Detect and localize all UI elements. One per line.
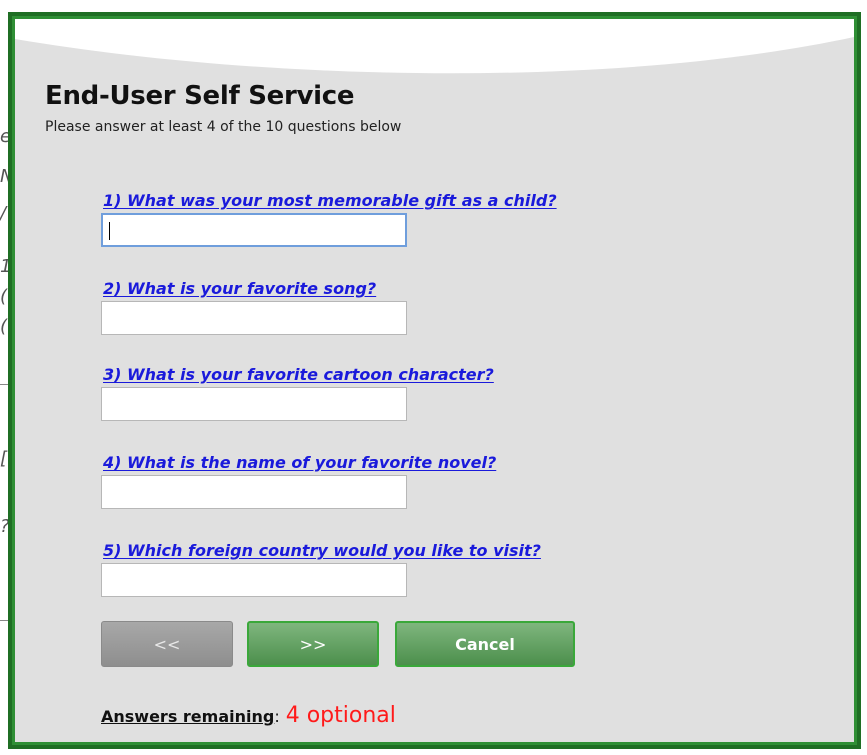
dialog-panel: End-User Self Service Please answer at l…: [12, 16, 857, 745]
question-label-5: 5) Which foreign country would you like …: [103, 541, 541, 560]
self-service-dialog: End-User Self Service Please answer at l…: [8, 12, 861, 749]
text-caret: [109, 222, 110, 240]
question-label-4: 4) What is the name of your favorite nov…: [103, 453, 497, 472]
answer-field-1[interactable]: [101, 213, 407, 247]
question-label-1: 1) What was your most memorable gift as …: [103, 191, 557, 210]
dialog-title: End-User Self Service: [45, 81, 355, 111]
dialog-subtitle: Please answer at least 4 of the 10 quest…: [45, 119, 402, 135]
background-text-fragment: /: [0, 203, 7, 224]
answers-remaining: Answers remaining : 4 optional: [101, 703, 396, 728]
next-button[interactable]: >>: [247, 621, 379, 667]
answers-remaining-value: 4 optional: [285, 703, 396, 728]
question-label-3: 3) What is your favorite cartoon charact…: [103, 365, 494, 384]
answer-field-5[interactable]: [101, 563, 407, 597]
answers-remaining-separator: :: [274, 707, 280, 726]
answer-field-4[interactable]: [101, 475, 407, 509]
background-text-fragment: [: [0, 448, 8, 469]
answers-remaining-label: Answers remaining: [101, 707, 275, 726]
background-text-fragment: (: [0, 316, 8, 337]
answer-field-3[interactable]: [101, 387, 407, 421]
background-text-fragment: (: [0, 286, 8, 307]
question-label-2: 2) What is your favorite song?: [103, 279, 377, 298]
cancel-button[interactable]: Cancel: [395, 621, 575, 667]
previous-button[interactable]: <<: [101, 621, 233, 667]
answer-field-2[interactable]: [101, 301, 407, 335]
